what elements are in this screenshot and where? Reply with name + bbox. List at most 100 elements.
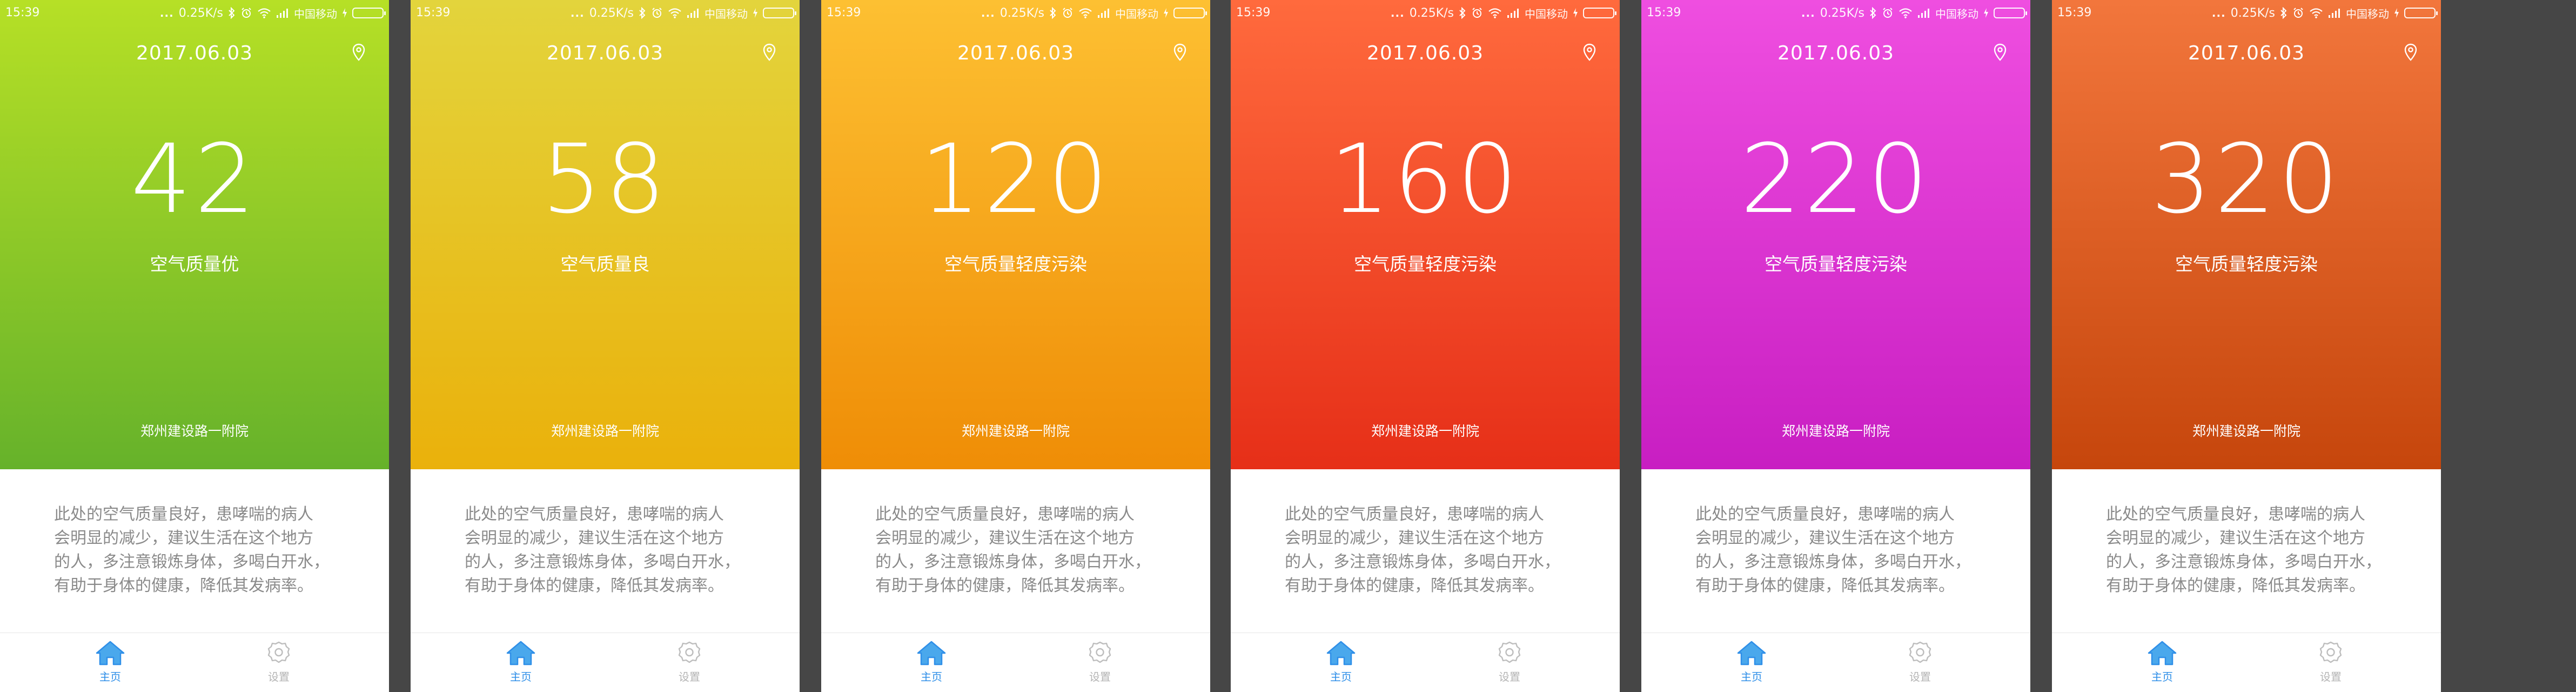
- location-pin-icon[interactable]: [1582, 43, 1596, 62]
- tab-home[interactable]: 主页: [488, 640, 553, 687]
- date-label: 2017.06.03: [136, 42, 253, 64]
- gear-icon: [267, 641, 290, 663]
- phone-screen: 15:39 ... 0.25K/s 中国移动 2017.06.03 120 空气…: [821, 0, 1210, 692]
- advice-line: 会明显的减少，建议生活在这个地方: [465, 529, 724, 548]
- gear-icon: [2319, 641, 2342, 663]
- phone-screen: 15:39 ... 0.25K/s 中国移动 2017.06.03 160 空气…: [1231, 0, 1620, 692]
- location-name: 郑州建设路一附院: [140, 423, 249, 439]
- status-icons: ... 0.25K/s 中国移动: [2211, 4, 2438, 22]
- aqi-value: 320: [2151, 124, 2342, 235]
- carrier-name: 中国移动: [294, 7, 337, 21]
- health-advice: 此处的空气质量良好，患哮喘的病人 会明显的减少，建议生活在这个地方 的人，多注意…: [1285, 503, 1587, 598]
- status-time: 15:39: [1647, 6, 1681, 19]
- wifi-icon: [1488, 8, 1501, 18]
- health-advice: 此处的空气质量良好，患哮喘的病人 会明显的减少，建议生活在这个地方 的人，多注意…: [54, 503, 357, 598]
- advice-line: 的人，多注意锻炼身体，多喝白开水，: [1285, 553, 1560, 571]
- air-quality-level: 空气质量轻度污染: [1354, 254, 1497, 275]
- battery-icon: [1994, 8, 2027, 18]
- network-speed: 0.25K/s: [1820, 6, 1864, 20]
- tab-settings[interactable]: 设置: [1477, 640, 1542, 687]
- signal-icon: [1507, 9, 1519, 18]
- home-icon: [1737, 641, 1766, 666]
- status-icons: ... 0.25K/s 中国移动: [570, 4, 796, 22]
- tab-home[interactable]: 主页: [1309, 640, 1373, 687]
- location-pin-icon[interactable]: [1173, 43, 1187, 62]
- charging-icon: [753, 8, 757, 18]
- location-name: 郑州建设路一附院: [551, 423, 659, 439]
- bluetooth-icon: [2280, 7, 2287, 19]
- signal-icon: [1918, 9, 1929, 18]
- location-pin-icon[interactable]: [2404, 43, 2418, 62]
- advice-line: 的人，多注意锻炼身体，多喝白开水，: [54, 553, 330, 571]
- status-dots: ...: [2211, 6, 2226, 19]
- location-pin-icon[interactable]: [352, 43, 366, 62]
- aqi-value: 160: [1330, 124, 1521, 235]
- tab-settings[interactable]: 设置: [1068, 640, 1132, 687]
- location-pin-icon[interactable]: [762, 43, 776, 62]
- carrier-name: 中国移动: [1935, 7, 1978, 21]
- status-dots: ...: [570, 6, 585, 19]
- home-icon: [506, 641, 535, 666]
- advice-line: 会明显的减少，建议生活在这个地方: [875, 529, 1135, 548]
- alarm-icon: [242, 8, 251, 18]
- bluetooth-icon: [1459, 7, 1466, 19]
- tab-settings-label: 设置: [1909, 670, 1931, 683]
- status-dots: ...: [159, 6, 174, 19]
- battery-icon: [1173, 8, 1207, 18]
- health-advice: 此处的空气质量良好，患哮喘的病人 会明显的减少，建议生活在这个地方 的人，多注意…: [1695, 503, 1998, 598]
- tab-settings-label: 设置: [1089, 670, 1111, 683]
- carrier-name: 中国移动: [1115, 7, 1158, 21]
- advice-line: 的人，多注意锻炼身体，多喝白开水，: [875, 553, 1151, 571]
- air-quality-level: 空气质量轻度污染: [1765, 254, 1907, 275]
- tab-settings[interactable]: 设置: [246, 640, 311, 687]
- wifi-icon: [668, 8, 681, 18]
- health-advice: 此处的空气质量良好，患哮喘的病人 会明显的减少，建议生活在这个地方 的人，多注意…: [2106, 503, 2409, 598]
- tab-home[interactable]: 主页: [899, 640, 964, 687]
- status-dots: ...: [1390, 6, 1405, 19]
- battery-icon: [763, 8, 796, 18]
- aqi-value: 220: [1740, 124, 1931, 235]
- tab-home-label: 主页: [921, 670, 942, 683]
- tab-home-label: 主页: [510, 670, 532, 683]
- health-advice: 此处的空气质量良好，患哮喘的病人 会明显的减少，建议生活在这个地方 的人，多注意…: [875, 503, 1178, 598]
- bluetooth-icon: [1050, 7, 1056, 19]
- status-bar: 15:39 ... 0.25K/s 中国移动: [0, 0, 389, 26]
- wifi-icon: [258, 8, 271, 18]
- advice-line: 会明显的减少，建议生活在这个地方: [1695, 529, 1955, 548]
- tab-home[interactable]: 主页: [2130, 640, 2195, 687]
- status-icons: ... 0.25K/s 中国移动: [1801, 4, 2027, 22]
- status-bar: 15:39 ... 0.25K/s 中国移动: [2052, 0, 2441, 26]
- status-icons: ... 0.25K/s 中国移动: [159, 4, 386, 22]
- date-label: 2017.06.03: [1366, 42, 1484, 64]
- bluetooth-icon: [639, 7, 646, 19]
- tab-home[interactable]: 主页: [78, 640, 143, 687]
- air-quality-level: 空气质量良: [560, 254, 650, 275]
- aqi-hero: 15:39 ... 0.25K/s 中国移动 2017.06.03 220 空气…: [1641, 0, 2030, 469]
- bluetooth-icon: [229, 7, 235, 19]
- tab-home[interactable]: 主页: [1719, 640, 1784, 687]
- status-bar: 15:39 ... 0.25K/s 中国移动: [1641, 0, 2030, 26]
- tab-settings[interactable]: 设置: [657, 640, 722, 687]
- advice-line: 有助于身体的健康，降低其发病率。: [465, 576, 724, 595]
- status-time: 15:39: [2057, 6, 2092, 19]
- aqi-value: 58: [541, 124, 669, 235]
- carrier-name: 中国移动: [1525, 7, 1568, 21]
- tab-settings[interactable]: 设置: [2298, 640, 2363, 687]
- advice-line: 会明显的减少，建议生活在这个地方: [2106, 529, 2365, 548]
- tab-settings[interactable]: 设置: [1888, 640, 1953, 687]
- aqi-hero: 15:39 ... 0.25K/s 中国移动 2017.06.03 160 空气…: [1231, 0, 1620, 469]
- carrier-name: 中国移动: [2346, 7, 2389, 21]
- alarm-icon: [2293, 8, 2303, 18]
- charging-icon: [1164, 8, 1168, 18]
- location-pin-icon[interactable]: [1993, 43, 2007, 62]
- wifi-icon: [2310, 8, 2323, 18]
- battery-icon: [352, 8, 386, 18]
- date-label: 2017.06.03: [2188, 42, 2305, 64]
- alarm-icon: [1063, 8, 1072, 18]
- phone-screen: 15:39 ... 0.25K/s 中国移动 2017.06.03 220 空气…: [1641, 0, 2030, 692]
- gear-icon: [1909, 641, 1931, 663]
- tab-settings-label: 设置: [679, 670, 700, 683]
- network-speed: 0.25K/s: [589, 6, 634, 20]
- tab-home-label: 主页: [2151, 670, 2173, 683]
- wifi-icon: [1079, 8, 1092, 18]
